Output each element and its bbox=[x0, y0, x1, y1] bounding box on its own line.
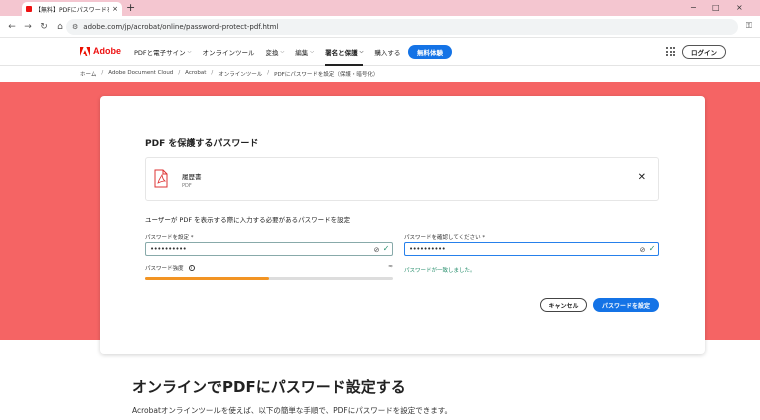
match-message: パスワードが一致しました。 bbox=[404, 268, 476, 274]
back-icon[interactable]: ← bbox=[4, 22, 20, 32]
nav-item-label: 変換 bbox=[265, 49, 279, 57]
forward-icon[interactable]: → bbox=[20, 22, 36, 32]
address-bar[interactable]: ⚙ adobe.com/jp/acrobat/online/password-p… bbox=[66, 19, 738, 35]
password-description: ユーザーが PDF を表示する際に入力する必要があるパスワードを設定 bbox=[145, 216, 351, 224]
breadcrumb-online-tools[interactable]: オンラインツール bbox=[218, 70, 262, 78]
nav-item-online-tools[interactable]: オンラインツール bbox=[202, 38, 254, 66]
minimize-button[interactable]: − bbox=[690, 0, 697, 16]
pdf-file-icon bbox=[154, 169, 168, 188]
nav-item-pdf-esign[interactable]: PDFと電子サイン ⌵ bbox=[134, 38, 191, 66]
nav-item-edit[interactable]: 編集 ⌵ bbox=[295, 38, 314, 66]
brand-name: Adobe bbox=[93, 46, 121, 56]
tab-title: 【無料】PDFにパスワードを設定す bbox=[35, 6, 109, 14]
browser-tab[interactable]: 【無料】PDFにパスワードを設定す × bbox=[22, 2, 122, 16]
check-icon: ✓ bbox=[648, 244, 656, 253]
site-header: Adobe PDFと電子サイン ⌵ オンラインツール 変換 ⌵ 編集 ⌵ 署名と保護 ⌵… bbox=[0, 38, 760, 66]
nav-item-label: 購入する bbox=[374, 49, 401, 57]
section-text: Acrobatオンラインツールを使えば、以下の簡単な手順で、PDFにパスワードを… bbox=[132, 406, 452, 415]
nav-item-label: オンラインツール bbox=[202, 49, 255, 57]
adobe-logo[interactable]: Adobe bbox=[80, 46, 121, 56]
confirm-password-field[interactable]: •••••••••• ⊘ ✓ bbox=[404, 242, 659, 256]
file-item: 履歴書 PDF ✕ bbox=[145, 157, 659, 201]
new-tab-button[interactable]: + bbox=[126, 1, 135, 14]
login-button[interactable]: ログイン bbox=[682, 45, 726, 59]
file-name: 履歴書 bbox=[182, 173, 202, 181]
file-type: PDF bbox=[182, 183, 192, 189]
confirm-password-value: •••••••••• bbox=[409, 245, 446, 253]
key-icon[interactable]: ⚿ bbox=[746, 21, 752, 31]
nav-item-convert[interactable]: 変換 ⌵ bbox=[265, 38, 284, 66]
breadcrumb: ホーム / Adobe Document Cloud / Acrobat / オンライ… bbox=[80, 70, 379, 78]
window-close-button[interactable]: × bbox=[736, 0, 743, 16]
chevron-down-icon: ⌵ bbox=[310, 49, 315, 55]
section-title: オンラインでPDFにパスワード設定する bbox=[132, 378, 406, 396]
strength-label: パスワード強度 i bbox=[145, 264, 195, 272]
cancel-button[interactable]: キャンセル bbox=[540, 298, 587, 312]
nav-item-sign-protect[interactable]: 署名と保護 ⌵ bbox=[325, 38, 364, 66]
eye-slash-icon[interactable]: ⊘ bbox=[640, 246, 646, 254]
chevron-down-icon: ⌵ bbox=[280, 49, 285, 55]
set-password-button[interactable]: パスワードを設定 bbox=[593, 298, 659, 312]
chevron-down-icon: ⌵ bbox=[359, 49, 364, 55]
chevron-down-icon: ⌵ bbox=[187, 49, 192, 55]
strength-bar bbox=[145, 277, 393, 280]
maximize-button[interactable]: □ bbox=[712, 0, 720, 16]
nav-item-label: 署名と保護 bbox=[325, 49, 358, 57]
nav-item-label: PDFと電子サイン bbox=[134, 49, 186, 57]
adobe-favicon-icon bbox=[26, 6, 32, 12]
breadcrumb-home[interactable]: ホーム bbox=[80, 70, 96, 78]
password-label: パスワードを設定 * bbox=[145, 235, 194, 241]
remove-file-close-icon[interactable]: ✕ bbox=[638, 172, 646, 183]
browser-tab-bar: 【無料】PDFにパスワードを設定す × + − □ × bbox=[0, 0, 760, 16]
eye-slash-icon[interactable]: ⊘ bbox=[374, 246, 380, 254]
check-icon: ✓ bbox=[382, 244, 390, 253]
info-icon[interactable]: i bbox=[188, 265, 195, 271]
free-trial-button[interactable]: 無料体験 bbox=[408, 45, 452, 59]
card-title: PDF を保護するパスワード bbox=[145, 139, 259, 149]
breadcrumb-current: PDFにパスワードを設定（保護・暗号化） bbox=[274, 72, 379, 78]
strength-label-text: パスワード強度 bbox=[145, 266, 184, 272]
browser-toolbar: ← → ↻ ⌂ ⚙ adobe.com/jp/acrobat/online/pa… bbox=[0, 16, 760, 38]
confirm-password-label: パスワードを確認してください * bbox=[404, 235, 486, 241]
url-text: adobe.com/jp/acrobat/online/password-pro… bbox=[83, 23, 279, 31]
main-nav: PDFと電子サイン ⌵ オンラインツール 変換 ⌵ 編集 ⌵ 署名と保護 ⌵ 購入する bbox=[134, 38, 411, 66]
password-value: •••••••••• bbox=[150, 245, 187, 253]
nav-item-label: 編集 bbox=[295, 49, 309, 57]
adobe-logo-icon bbox=[80, 46, 90, 56]
breadcrumb-acrobat[interactable]: Acrobat bbox=[185, 70, 206, 78]
tab-close-icon[interactable]: × bbox=[112, 5, 118, 13]
strength-bar-fill bbox=[145, 277, 269, 280]
password-card: PDF を保護するパスワード 履歴書 PDF ✕ ユーザーが PDF を表示する… bbox=[100, 96, 705, 354]
strength-indicator-icon: ≈ bbox=[388, 263, 394, 270]
breadcrumb-document-cloud[interactable]: Adobe Document Cloud bbox=[108, 70, 173, 78]
nav-item-buy[interactable]: 購入する bbox=[374, 38, 400, 66]
app-grid-icon[interactable] bbox=[666, 47, 675, 56]
reload-icon[interactable]: ↻ bbox=[36, 22, 52, 32]
site-info-icon[interactable]: ⚙ bbox=[72, 23, 78, 31]
password-field[interactable]: •••••••••• ⊘ ✓ bbox=[145, 242, 393, 256]
